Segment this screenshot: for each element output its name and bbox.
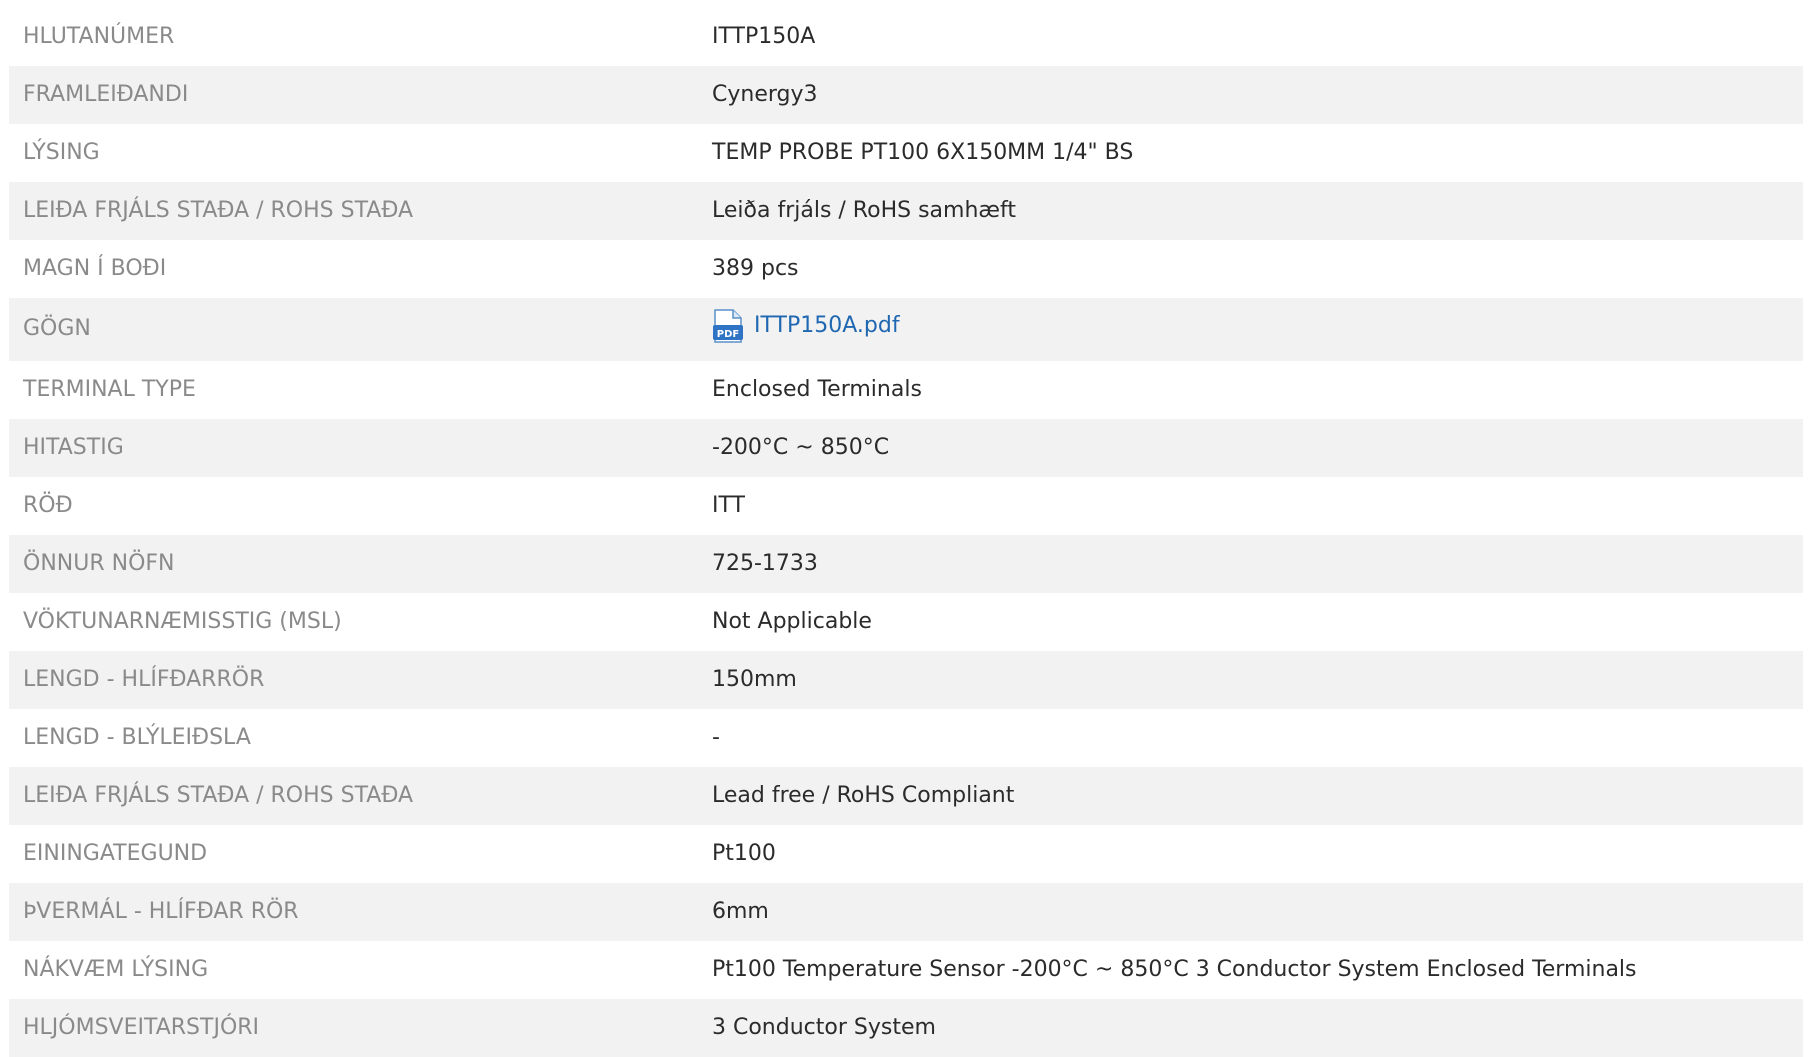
spec-row-quantity-available: MAGN Í BOÐI 389 pcs bbox=[9, 240, 1803, 298]
spec-label: LENGD - BLÝLEIÐSLA bbox=[23, 724, 251, 750]
spec-row-lead-length: LENGD - BLÝLEIÐSLA - bbox=[9, 709, 1803, 767]
spec-label: ÖNNUR NÖFN bbox=[23, 550, 175, 576]
datasheet-link[interactable]: PDF ITTP150A.pdf bbox=[712, 309, 900, 343]
spec-row-detailed-description: NÁKVÆM LÝSING Pt100 Temperature Sensor -… bbox=[9, 941, 1803, 999]
product-spec-table: HLUTANÚMER ITTP150A FRAMLEIÐANDI Cynergy… bbox=[9, 8, 1803, 1057]
spec-label: FRAMLEIÐANDI bbox=[23, 81, 189, 107]
spec-value: PDF ITTP150A.pdf bbox=[712, 298, 1803, 361]
spec-value: Pt100 bbox=[712, 840, 776, 866]
spec-label: MAGN Í BOÐI bbox=[23, 255, 167, 281]
spec-label: GÖGN bbox=[23, 316, 91, 342]
spec-value: ITTP150A bbox=[712, 23, 816, 49]
spec-value: Enclosed Terminals bbox=[712, 376, 922, 402]
spec-value: 6mm bbox=[712, 898, 769, 924]
spec-label: HLUTANÚMER bbox=[23, 23, 175, 49]
spec-row-other-names: ÖNNUR NÖFN 725-1733 bbox=[9, 535, 1803, 593]
spec-label: TERMINAL TYPE bbox=[23, 376, 196, 402]
spec-value: -200°C ~ 850°C bbox=[712, 434, 890, 460]
pdf-file-icon[interactable]: PDF bbox=[712, 309, 744, 343]
spec-label: LEIÐA FRJÁLS STAÐA / ROHS STAÐA bbox=[23, 782, 414, 808]
spec-label: HLJÓMSVEITARSTJÓRI bbox=[23, 1014, 260, 1040]
spec-label: LEIÐA FRJÁLS STAÐA / ROHS STAÐA bbox=[23, 197, 414, 223]
spec-row-rohs-status: LEIÐA FRJÁLS STAÐA / ROHS STAÐA Leiða fr… bbox=[9, 182, 1803, 240]
spec-row-rohs-status-en: LEIÐA FRJÁLS STAÐA / ROHS STAÐA Lead fre… bbox=[9, 767, 1803, 825]
spec-value: Lead free / RoHS Compliant bbox=[712, 782, 1015, 808]
spec-row-description: LÝSING TEMP PROBE PT100 6X150MM 1/4" BS bbox=[9, 124, 1803, 182]
spec-row-part-number: HLUTANÚMER ITTP150A bbox=[9, 8, 1803, 66]
spec-label: ÞVERMÁL - HLÍFÐAR RÖR bbox=[23, 898, 299, 924]
spec-label: LENGD - HLÍFÐARRÖR bbox=[23, 666, 265, 692]
spec-row-series: RÖÐ ITT bbox=[9, 477, 1803, 535]
spec-label: LÝSING bbox=[23, 139, 100, 165]
spec-label: EININGATEGUND bbox=[23, 840, 208, 866]
spec-label: VÖKTUNARNÆMISSTIG (MSL) bbox=[23, 608, 342, 634]
spec-row-sheath-diameter: ÞVERMÁL - HLÍFÐAR RÖR 6mm bbox=[9, 883, 1803, 941]
spec-row-manufacturer: FRAMLEIÐANDI Cynergy3 bbox=[9, 66, 1803, 124]
spec-value: 725-1733 bbox=[712, 550, 818, 576]
spec-value: Cynergy3 bbox=[712, 81, 818, 107]
spec-label: NÁKVÆM LÝSING bbox=[23, 956, 209, 982]
spec-value: 150mm bbox=[712, 666, 797, 692]
spec-label: HITASTIG bbox=[23, 434, 124, 460]
spec-value: TEMP PROBE PT100 6X150MM 1/4" BS bbox=[712, 139, 1134, 165]
spec-value: ITT bbox=[712, 492, 745, 518]
spec-value: 389 pcs bbox=[712, 255, 799, 281]
spec-row-conductor-system: HLJÓMSVEITARSTJÓRI 3 Conductor System bbox=[9, 999, 1803, 1057]
spec-label: RÖÐ bbox=[23, 492, 73, 518]
spec-row-terminal-type: TERMINAL TYPE Enclosed Terminals bbox=[9, 361, 1803, 419]
spec-row-msl: VÖKTUNARNÆMISSTIG (MSL) Not Applicable bbox=[9, 593, 1803, 651]
spec-row-documents: GÖGN PDF ITTP150A.pdf bbox=[9, 298, 1803, 361]
spec-value: Pt100 Temperature Sensor -200°C ~ 850°C … bbox=[712, 956, 1637, 982]
datasheet-link-label[interactable]: ITTP150A.pdf bbox=[754, 313, 900, 339]
svg-text:PDF: PDF bbox=[717, 329, 739, 340]
spec-row-temperature: HITASTIG -200°C ~ 850°C bbox=[9, 419, 1803, 477]
spec-value: Not Applicable bbox=[712, 608, 872, 634]
spec-value: 3 Conductor System bbox=[712, 1014, 936, 1040]
spec-value: Leiða frjáls / RoHS samhæft bbox=[712, 197, 1016, 223]
spec-value: - bbox=[712, 724, 720, 750]
spec-row-element-type: EININGATEGUND Pt100 bbox=[9, 825, 1803, 883]
spec-row-sheath-length: LENGD - HLÍFÐARRÖR 150mm bbox=[9, 651, 1803, 709]
